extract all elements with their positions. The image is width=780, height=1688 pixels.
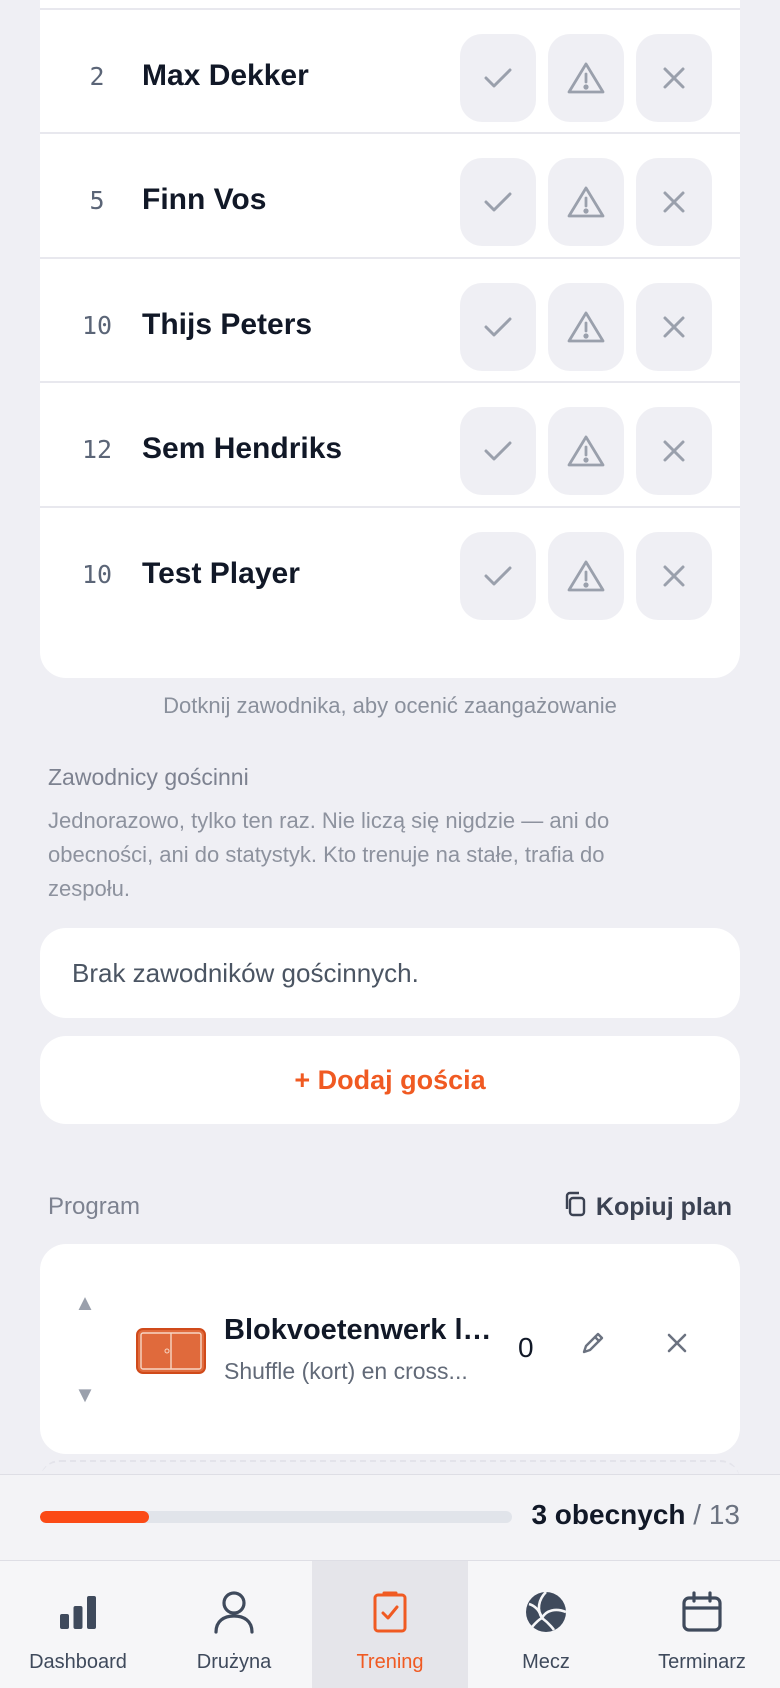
warning-icon [567, 310, 605, 344]
check-icon [483, 439, 513, 463]
player-row[interactable]: 5 Finn Vos [40, 132, 740, 266]
mark-present-button[interactable] [460, 407, 536, 495]
present-count: 3 obecnych [531, 1499, 686, 1530]
warning-icon [567, 434, 605, 468]
player-row[interactable]: 12 Sem Hendriks [40, 381, 740, 515]
guest-section-description: Jednorazowo, tylko ten raz. Nie liczą si… [48, 808, 610, 901]
edit-icon[interactable] [578, 1328, 608, 1363]
attendance-progress-track [40, 1511, 512, 1523]
player-number: 12 [81, 434, 113, 464]
attendance-progress-fill [40, 1511, 149, 1523]
mark-injured-button[interactable] [548, 407, 624, 495]
check-icon [483, 66, 513, 90]
warning-icon [567, 559, 605, 593]
tab-mecz[interactable]: Mecz [468, 1561, 624, 1688]
tab-trening[interactable]: Trening [312, 1561, 468, 1688]
attendance-summary: 3 obecnych / 13 [0, 1474, 780, 1560]
mark-injured-button[interactable] [548, 283, 624, 371]
move-up-icon[interactable]: ▲ [74, 1292, 96, 1314]
checkbox-clipboard-icon [372, 1587, 408, 1637]
drill-count: 0 [518, 1332, 534, 1363]
player-name: Max Dekker [142, 59, 309, 92]
user-icon [213, 1587, 255, 1637]
player-name: Thijs Peters [142, 308, 313, 341]
volleyball-icon [524, 1587, 568, 1637]
program-section-title: Program [48, 1193, 141, 1220]
mark-absent-button[interactable] [636, 34, 712, 122]
tab-label: Dashboard [29, 1651, 127, 1673]
guest-empty-state: Brak zawodników gościnnych. [40, 928, 740, 1018]
check-icon [483, 315, 513, 339]
player-number: 2 [89, 61, 105, 91]
player-name: Sem Hendriks [142, 432, 343, 465]
tab-dashboard[interactable]: Dashboard [0, 1561, 156, 1688]
tab-bar: Dashboard Drużyna Trening Mecz Terminarz [0, 1560, 780, 1688]
mark-injured-button[interactable] [548, 532, 624, 620]
player-row[interactable]: 2 Max Dekker [40, 8, 740, 142]
copy-plan-button[interactable]: Kopiuj plan [562, 1190, 732, 1225]
player-number: 10 [81, 310, 113, 340]
close-icon [661, 189, 687, 215]
attendance-count: 3 obecnych / 13 [531, 1499, 740, 1531]
mark-absent-button[interactable] [636, 532, 712, 620]
player-name: Finn Vos [142, 183, 267, 216]
tab-label: Trening [356, 1651, 424, 1673]
player-row[interactable]: 10 Thijs Peters [40, 257, 740, 391]
close-icon [661, 563, 687, 589]
copy-icon [562, 1190, 588, 1225]
mark-absent-button[interactable] [636, 158, 712, 246]
bar-chart-icon [58, 1587, 98, 1637]
count-separator: / [685, 1499, 709, 1530]
player-number: 5 [89, 185, 105, 215]
guest-empty-text: Brak zawodników gościnnych. [72, 957, 419, 988]
training-attendance-screen: 2 Max Dekker 5 Finn Vos 10 Thijs Peters 12 Sem … [0, 0, 780, 1688]
tab-label: Drużyna [196, 1651, 272, 1673]
drill-title: Blokvoetenwerk la... [224, 1314, 502, 1346]
tab-label: Mecz [522, 1651, 570, 1673]
player-number: 10 [81, 559, 113, 589]
rating-hint: Dotknij zawodnika, aby ocenić zaangażowa… [163, 693, 617, 718]
mark-present-button[interactable] [460, 34, 536, 122]
drill-item[interactable]: ▲ ▼ Blokvoetenwerk la... Shuffle (kort) … [40, 1244, 740, 1454]
mark-present-button[interactable] [460, 158, 536, 246]
mark-injured-button[interactable] [548, 34, 624, 122]
guest-section-title: Zawodnicy gościnni [48, 764, 249, 790]
close-icon [661, 314, 687, 340]
check-icon [483, 564, 513, 588]
player-row[interactable]: 10 Test Player [40, 506, 740, 640]
copy-plan-label: Kopiuj plan [595, 1193, 732, 1221]
tab-druzyna[interactable]: Drużyna [156, 1561, 312, 1688]
close-icon [661, 65, 687, 91]
warning-icon [567, 61, 605, 95]
player-list: 2 Max Dekker 5 Finn Vos 10 Thijs Peters 12 Sem … [40, 0, 740, 678]
mark-absent-button[interactable] [636, 283, 712, 371]
mark-present-button[interactable] [460, 283, 536, 371]
tab-terminarz[interactable]: Terminarz [624, 1561, 780, 1688]
total-count: 13 [708, 1499, 740, 1530]
court-thumbnail-icon [136, 1328, 206, 1379]
check-icon [483, 190, 513, 214]
add-guest-label: + Dodaj gościa [294, 1064, 486, 1095]
close-icon [661, 438, 687, 464]
move-down-icon[interactable]: ▼ [74, 1384, 96, 1406]
remove-drill-icon[interactable] [664, 1330, 690, 1361]
mark-present-button[interactable] [460, 532, 536, 620]
tab-label: Terminarz [658, 1651, 746, 1673]
calendar-icon [681, 1587, 723, 1637]
warning-icon [567, 185, 605, 219]
mark-injured-button[interactable] [548, 158, 624, 246]
mark-absent-button[interactable] [636, 407, 712, 495]
drill-subtitle: Shuffle (kort) en cross... [224, 1358, 468, 1384]
add-guest-button[interactable]: + Dodaj gościa [40, 1036, 740, 1124]
player-name: Test Player [142, 557, 300, 590]
